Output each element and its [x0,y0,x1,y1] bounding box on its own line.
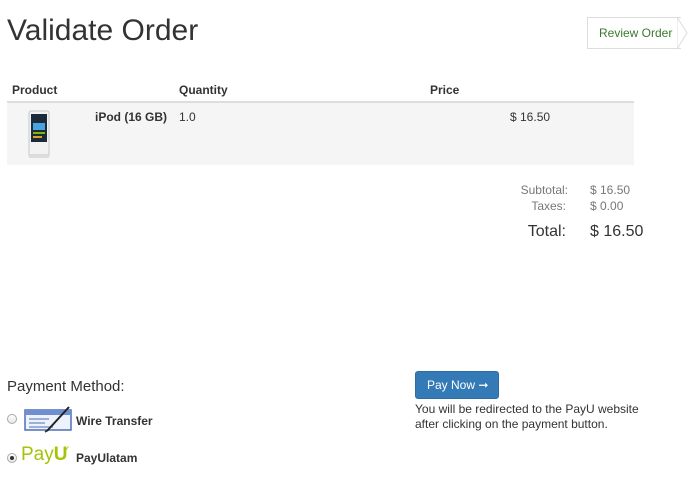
arrow-right-icon: ➞ [478,378,489,392]
header-price: Price [430,83,460,97]
pay-now-label: Pay Now [427,378,476,392]
product-name: iPod (16 GB) [95,110,168,124]
payment-method-heading: Payment Method: [7,378,125,395]
payu-logo: PayU [21,444,67,466]
subtotal-value: $ 16.50 [590,183,631,197]
wire-transfer-label: Wire Transfer [76,414,153,428]
product-quantity: 1.0 [179,110,196,124]
payulatam-label: PayUlatam [76,451,138,465]
taxes-value: $ 0.00 [590,199,624,213]
product-price: $ 16.50 [510,110,551,124]
total-label: Total: [527,223,566,240]
table-row: iPod (16 GB) 1.0 $ 16.50 [7,103,634,165]
header-product: Product [12,83,58,97]
ipod-thumbnail-icon [26,110,52,160]
payu-logo-tick-icon: ✓ [63,444,71,454]
wire-transfer-icon [23,405,75,433]
payment-redirect-note: You will be redirected to the PayU websi… [415,402,639,431]
payu-logo-text: Pay [21,444,54,465]
header-quantity: Quantity [179,83,228,97]
pay-now-button[interactable]: Pay Now ➞ [415,371,499,399]
payulatam-radio[interactable] [7,453,17,463]
taxes-label: Taxes: [531,199,566,213]
total-value: $ 16.50 [590,223,644,240]
breadcrumb-review-order[interactable]: Review Order [587,17,681,49]
page-title: Validate Order [7,14,199,47]
subtotal-label: Subtotal: [520,183,568,197]
wire-transfer-radio[interactable] [7,414,17,424]
